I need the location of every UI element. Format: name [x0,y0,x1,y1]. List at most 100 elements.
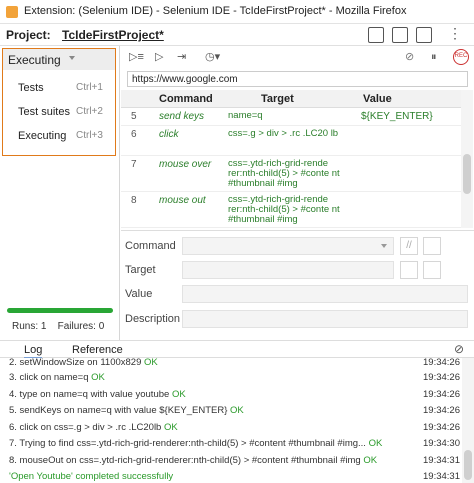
log-entry: 3. click on name=q OK 19:34:26 [0,370,462,386]
menu-item-shortcut: Ctrl+1 [76,82,103,93]
scrollbar-thumb[interactable] [464,450,472,480]
log-status: OK [91,372,105,383]
view-dropdown-value: Executing [8,53,61,67]
menu-item-executing[interactable]: Executing Ctrl+3 [3,126,115,148]
clear-log-icon[interactable]: ⊘ [454,342,464,356]
log-time: 19:34:26 [423,358,460,368]
log-time: 19:34:30 [423,438,460,449]
run-current-test-icon[interactable]: ▷ [155,51,163,63]
more-options-icon[interactable]: ⋮ [448,25,462,42]
log-message: 8. mouseOut on css=.ytd-rich-grid-render… [9,455,361,466]
log-success-message: 'Open Youtube' completed successfully [9,471,174,482]
log-status: OK [363,455,378,466]
run-progress-bar [7,308,113,313]
log-message: 7. Trying to find css=.ytd-rich-grid-ren… [9,438,366,449]
find-target-search-icon[interactable] [423,261,441,279]
log-entry: 6. click on css=.g > div > .rc .LC20lb O… [0,420,462,436]
chevron-down-icon [381,244,387,248]
record-button[interactable]: REC [453,49,469,65]
description-input[interactable] [182,310,468,328]
window-title: Extension: (Selenium IDE) - Selenium IDE… [24,5,407,17]
open-project-icon[interactable] [392,27,408,43]
base-url-value: https://www.google.com [132,74,238,85]
log-message: 5. sendKeys on name=q with value ${KEY_E… [9,405,228,416]
row-number: 5 [131,111,137,122]
command-grid-scrollbar[interactable] [461,90,473,228]
menu-item-test-suites[interactable]: Test suites Ctrl+2 [3,102,115,124]
table-row[interactable]: 5 send keys name=q ${KEY_ENTER} [121,108,461,126]
log-status: OK [230,405,244,416]
row-target: css=.ytd-rich-grid-rende rer:nth-child(5… [228,158,340,189]
tab-reference[interactable]: Reference [72,344,123,356]
log-time: 19:34:26 [423,405,460,416]
project-name[interactable]: TcIdeFirstProject* [62,28,164,42]
table-row[interactable]: 8 mouse out css=.ytd-rich-grid-rende rer… [121,192,461,228]
run-summary: Runs: 1 Failures: 0 [12,321,104,332]
row-command: click [159,129,179,140]
window-title-bar: Extension: (Selenium IDE) - Selenium IDE… [0,0,474,24]
row-value: ${KEY_ENTER} [361,111,433,122]
view-dropdown[interactable]: Executing [2,48,116,70]
log-panel: 2. setWindowSize on 1100x829 OK 19:34:26… [0,358,462,483]
log-entry-success: 'Open Youtube' completed successfully 19… [0,469,462,483]
table-row[interactable]: 7 mouse over css=.ytd-rich-grid-rende re… [121,156,461,192]
save-project-icon[interactable] [416,27,432,43]
run-all-tests-icon[interactable]: ▷≡ [129,51,144,63]
log-time: 19:34:31 [423,455,460,466]
comment-toggle-button[interactable]: // [400,237,418,255]
row-command: mouse out [159,195,206,206]
sidebar: Executing Tests Ctrl+1 Test suites Ctrl+… [0,46,120,340]
log-entry: 4. type on name=q with value youtube OK … [0,387,462,403]
row-command: send keys [159,111,205,122]
command-label: Command [125,240,176,252]
log-entry: 5. sendKeys on name=q with value ${KEY_E… [0,403,462,419]
row-target: name=q [228,110,263,121]
log-status: OK [144,358,158,368]
project-label: Project: [6,28,51,42]
disable-breakpoints-icon[interactable]: ⊘ [405,51,414,63]
menu-item-shortcut: Ctrl+3 [76,130,103,141]
failures-count: Failures: 0 [57,321,105,332]
command-grid: 5 send keys name=q ${KEY_ENTER} 6 click … [121,108,461,228]
target-label: Target [125,264,156,276]
command-editor: Command // Target Value Description [121,230,474,338]
log-scrollbar[interactable] [462,358,474,483]
log-message: 4. type on name=q with value youtube [9,389,170,400]
selenium-extension-icon [6,6,18,18]
menu-item-tests[interactable]: Tests Ctrl+1 [3,78,115,100]
scrollbar-thumb[interactable] [463,154,471,194]
runs-count: Runs: 1 [12,321,47,332]
row-command: mouse over [159,159,212,170]
log-status: OK [171,389,186,400]
tab-log[interactable]: Log [24,344,43,359]
log-time: 19:34:26 [423,389,460,400]
select-target-icon[interactable] [400,261,418,279]
open-reference-icon[interactable] [423,237,441,255]
log-entry: 7. Trying to find css=.ytd-rich-grid-ren… [0,436,462,452]
chevron-down-icon [69,56,75,60]
step-over-icon[interactable]: ⇥ [177,51,186,63]
base-url-select[interactable]: https://www.google.com [127,71,468,87]
log-status: OK [163,422,178,433]
row-number: 8 [131,195,137,206]
playback-toolbar: ▷≡ ▷ ⇥ ◷▾ ⊘ ⏸ REC [121,46,474,68]
log-panel-tabs: Log Reference ⊘ [0,340,474,359]
log-entry: 8. mouseOut on css=.ytd-rich-grid-render… [0,453,462,469]
command-grid-header: Command Target Value [121,90,461,108]
pause-icon[interactable]: ⏸ [431,51,437,63]
new-project-icon[interactable] [368,27,384,43]
log-message: 2. setWindowSize on 1100x829 [9,358,142,368]
log-time: 19:34:26 [423,422,460,433]
menu-item-label: Tests [18,82,44,94]
row-number: 7 [131,159,137,170]
view-dropdown-menu: Tests Ctrl+1 Test suites Ctrl+2 Executin… [2,70,116,156]
value-input[interactable] [182,285,468,303]
menu-item-label: Test suites [18,106,70,118]
speed-timer-icon[interactable]: ◷▾ [205,51,220,63]
log-time: 19:34:26 [423,372,460,383]
menu-item-label: Executing [18,130,67,142]
command-select[interactable] [182,237,394,255]
table-row[interactable]: 6 click css=.g > div > .rc .LC20 lb [121,126,461,156]
menu-item-shortcut: Ctrl+2 [76,106,103,117]
target-input[interactable] [182,261,394,279]
